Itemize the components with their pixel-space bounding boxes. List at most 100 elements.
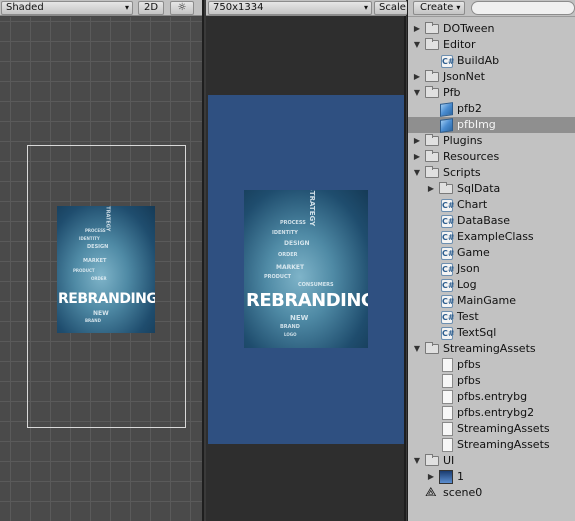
collapse-arrow-icon[interactable]: ▼ — [412, 85, 422, 101]
tree-item-buildab[interactable]: C# BuildAb — [408, 53, 575, 69]
tree-item-label: Json — [457, 262, 480, 275]
file-icon — [442, 422, 453, 436]
tree-item-label: scene0 — [443, 486, 483, 499]
game-canvas[interactable]: STRATEGY PROCESS IDENTITY DESIGN ORDER M… — [208, 95, 404, 444]
tree-item-ui[interactable]: ▼ UI — [408, 453, 575, 469]
folder-icon — [425, 70, 439, 82]
tree-item-pfbs-entrybg[interactable]: pfbs.entrybg — [408, 389, 575, 405]
tree-item-label: Log — [457, 278, 477, 291]
tree-item-database[interactable]: C# DataBase — [408, 213, 575, 229]
tree-item-label: Chart — [457, 198, 488, 211]
tree-item-pfb2[interactable]: pfb2 — [408, 101, 575, 117]
folder-icon — [425, 342, 439, 354]
dropdown-arrow-icon: ▾ — [456, 3, 461, 12]
scale-slider[interactable]: Scale — [374, 1, 408, 15]
tree-item-label: StreamingAssets — [457, 438, 550, 451]
poster-word: IDENTITY — [79, 236, 100, 241]
tree-item-editor[interactable]: ▼ Editor — [408, 37, 575, 53]
collapse-arrow-icon[interactable]: ▼ — [412, 341, 422, 357]
poster-image-scene[interactable]: STRATEGY PROCESS IDENTITY DESIGN MARKET … — [57, 206, 155, 333]
scene-toolbar: Shaded ▾ 2D ☼ — [0, 0, 202, 16]
project-toolbar: Create ▾ — [408, 0, 575, 17]
tree-item-label: Pfb — [443, 86, 461, 99]
tree-item-streamingassets-file-2[interactable]: StreamingAssets — [408, 437, 575, 453]
tree-item-json[interactable]: C# Json — [408, 261, 575, 277]
file-icon — [442, 438, 453, 452]
file-icon — [442, 374, 453, 388]
tree-item-scripts[interactable]: ▼ Scripts — [408, 165, 575, 181]
collapse-arrow-icon[interactable]: ▼ — [412, 37, 422, 53]
tree-item-dotween[interactable]: ▶ DOTween — [408, 21, 575, 37]
folder-icon — [425, 166, 439, 178]
tree-item-scene0[interactable]: ⟁ scene0 — [408, 485, 575, 501]
expand-arrow-icon[interactable]: ▶ — [412, 69, 422, 85]
tree-item-label: Plugins — [443, 134, 483, 147]
csharp-script-icon: C# — [441, 199, 455, 212]
tree-item-pfbs-2[interactable]: pfbs — [408, 373, 575, 389]
scale-label: Scale — [379, 2, 406, 13]
tree-item-streamingassets-folder[interactable]: ▼ StreamingAssets — [408, 341, 575, 357]
2d-mode-toggle[interactable]: 2D — [138, 1, 164, 15]
tree-item-exampleclass[interactable]: C# ExampleClass — [408, 229, 575, 245]
folder-icon — [425, 454, 439, 466]
expand-arrow-icon[interactable]: ▶ — [426, 181, 436, 197]
tree-item-textsql[interactable]: C# TextSql — [408, 325, 575, 341]
csharp-script-icon: C# — [441, 55, 455, 68]
tree-item-1[interactable]: ▶ 1 — [408, 469, 575, 485]
tree-item-pfb[interactable]: ▼ Pfb — [408, 85, 575, 101]
tree-item-log[interactable]: C# Log — [408, 277, 575, 293]
create-button[interactable]: Create ▾ — [413, 1, 465, 15]
tree-item-jsonnet[interactable]: ▶ JsonNet — [408, 69, 575, 85]
poster-word: PROCESS — [280, 220, 306, 226]
tree-item-resources[interactable]: ▶ Resources — [408, 149, 575, 165]
prefab-icon — [440, 102, 453, 117]
game-toolbar: 750x1334 ▾ Scale — [206, 0, 408, 16]
expand-arrow-icon[interactable]: ▶ — [412, 149, 422, 165]
poster-word: PRODUCT — [73, 268, 95, 273]
file-icon — [442, 406, 453, 420]
poster-headline: REBRANDING — [246, 290, 368, 311]
collapse-arrow-icon[interactable]: ▼ — [412, 453, 422, 469]
tree-item-pfbimg[interactable]: pfbImg — [408, 117, 575, 133]
resolution-label: 750x1334 — [213, 2, 264, 13]
expand-arrow-icon[interactable]: ▶ — [412, 133, 422, 149]
tree-item-pfbs[interactable]: pfbs — [408, 357, 575, 373]
poster-headline: REBRANDING — [58, 291, 155, 307]
poster-word: DESIGN — [87, 244, 109, 250]
tree-item-label: pfbs — [457, 358, 481, 371]
create-label: Create — [420, 2, 454, 13]
sun-icon[interactable]: ☼ — [170, 1, 194, 15]
poster-word: ORDER — [91, 276, 107, 281]
expand-arrow-icon[interactable]: ▶ — [426, 469, 436, 485]
expand-arrow-icon[interactable]: ▶ — [412, 21, 422, 37]
tree-item-test[interactable]: C# Test — [408, 309, 575, 325]
tree-item-label: Editor — [443, 38, 476, 51]
poster-word: LOGO — [284, 332, 297, 337]
tree-item-label: BuildAb — [457, 54, 500, 67]
resolution-dropdown[interactable]: 750x1334 ▾ — [208, 1, 372, 15]
tree-item-pfbs-entrybg2[interactable]: pfbs.entrybg2 — [408, 405, 575, 421]
tree-item-plugins[interactable]: ▶ Plugins — [408, 133, 575, 149]
search-input[interactable] — [471, 1, 575, 15]
prefab-icon — [440, 118, 453, 133]
tree-item-chart[interactable]: C# Chart — [408, 197, 575, 213]
collapse-arrow-icon[interactable]: ▼ — [412, 165, 422, 181]
tree-item-game[interactable]: C# Game — [408, 245, 575, 261]
dropdown-arrow-icon: ▾ — [124, 3, 129, 12]
poster-image-game: STRATEGY PROCESS IDENTITY DESIGN ORDER M… — [244, 190, 368, 348]
tree-item-streamingassets-file[interactable]: StreamingAssets — [408, 421, 575, 437]
tree-item-label: pfb2 — [457, 102, 482, 115]
tree-item-label: TextSql — [457, 326, 497, 339]
csharp-script-icon: C# — [441, 327, 455, 340]
tree-item-sqldata[interactable]: ▶ SqlData — [408, 181, 575, 197]
scene-grid-viewport[interactable]: STRATEGY PROCESS IDENTITY DESIGN MARKET … — [0, 17, 202, 521]
shading-mode-dropdown[interactable]: Shaded ▾ — [1, 1, 133, 15]
folder-icon — [425, 86, 439, 98]
tree-item-label: pfbs — [457, 374, 481, 387]
tree-item-maingame[interactable]: C# MainGame — [408, 293, 575, 309]
folder-icon — [425, 134, 439, 146]
poster-word: STRATEGY — [308, 190, 317, 227]
tree-item-label: DOTween — [443, 22, 495, 35]
tree-item-label: ExampleClass — [457, 230, 534, 243]
poster-word: NEW — [93, 310, 109, 317]
